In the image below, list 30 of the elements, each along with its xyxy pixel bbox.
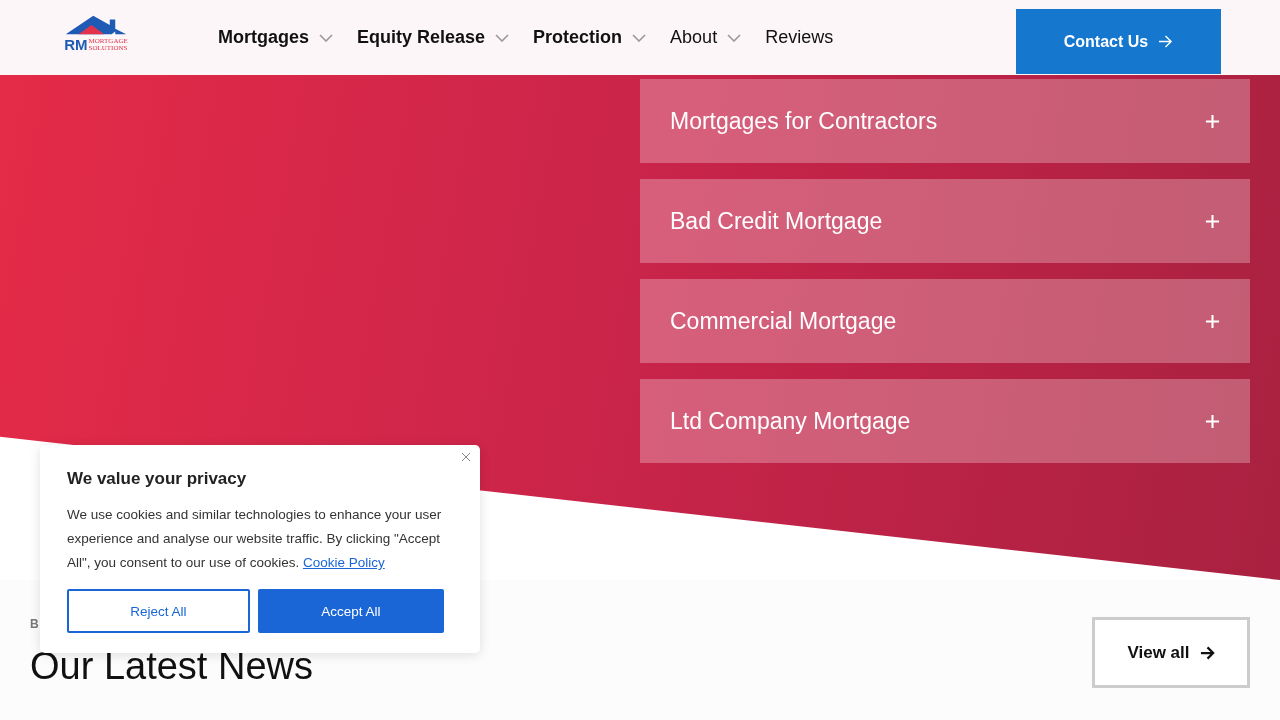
chevron-down-icon: [632, 33, 647, 42]
logo-initials: RM: [64, 36, 88, 53]
chevron-down-icon: [727, 33, 742, 42]
accordion-item[interactable]: Ltd Company Mortgage: [640, 379, 1250, 463]
accordion-item[interactable]: Bad Credit Mortgage: [640, 179, 1250, 263]
nav-link[interactable]: Reviews: [765, 27, 834, 48]
arrow-right-icon: [1158, 35, 1174, 48]
accordion-item[interactable]: Commercial Mortgage: [640, 279, 1250, 363]
cookie-text: We use cookies and similar technologies to enhance your user experience and analyse our website traffic. By clicking "Accept All", you consent to our use of cookies. Cookie Policy: [67, 506, 443, 572]
plus-icon: [1205, 213, 1220, 229]
contact-button[interactable]: Contact Us: [1016, 9, 1221, 74]
plus-icon: [1205, 113, 1220, 129]
chevron-down-icon: [319, 33, 333, 42]
accept-all-button[interactable]: Accept All: [257, 589, 444, 633]
cookie-title: We value your privacy: [67, 469, 248, 489]
cookie-policy-link[interactable]: Cookie Policy: [302, 555, 385, 570]
reject-all-button[interactable]: Reject All: [67, 589, 250, 633]
plus-icon: [1205, 413, 1220, 429]
nav-link[interactable]: About: [670, 27, 742, 48]
section-heading: Our Latest News: [30, 645, 313, 688]
nav-link[interactable]: Equity Release: [357, 27, 510, 48]
accordion-item[interactable]: Mortgages for Contractors: [640, 79, 1250, 163]
close-icon[interactable]: [461, 452, 471, 462]
plus-icon: [1205, 313, 1220, 329]
section-eyebrow: B: [30, 617, 40, 631]
nav-link[interactable]: Mortgages: [218, 27, 333, 48]
view-all-button[interactable]: View all: [1092, 617, 1250, 688]
arrow-right-icon: [1199, 645, 1215, 660]
nav-link[interactable]: Protection: [533, 27, 647, 48]
chevron-down-icon: [495, 33, 510, 42]
